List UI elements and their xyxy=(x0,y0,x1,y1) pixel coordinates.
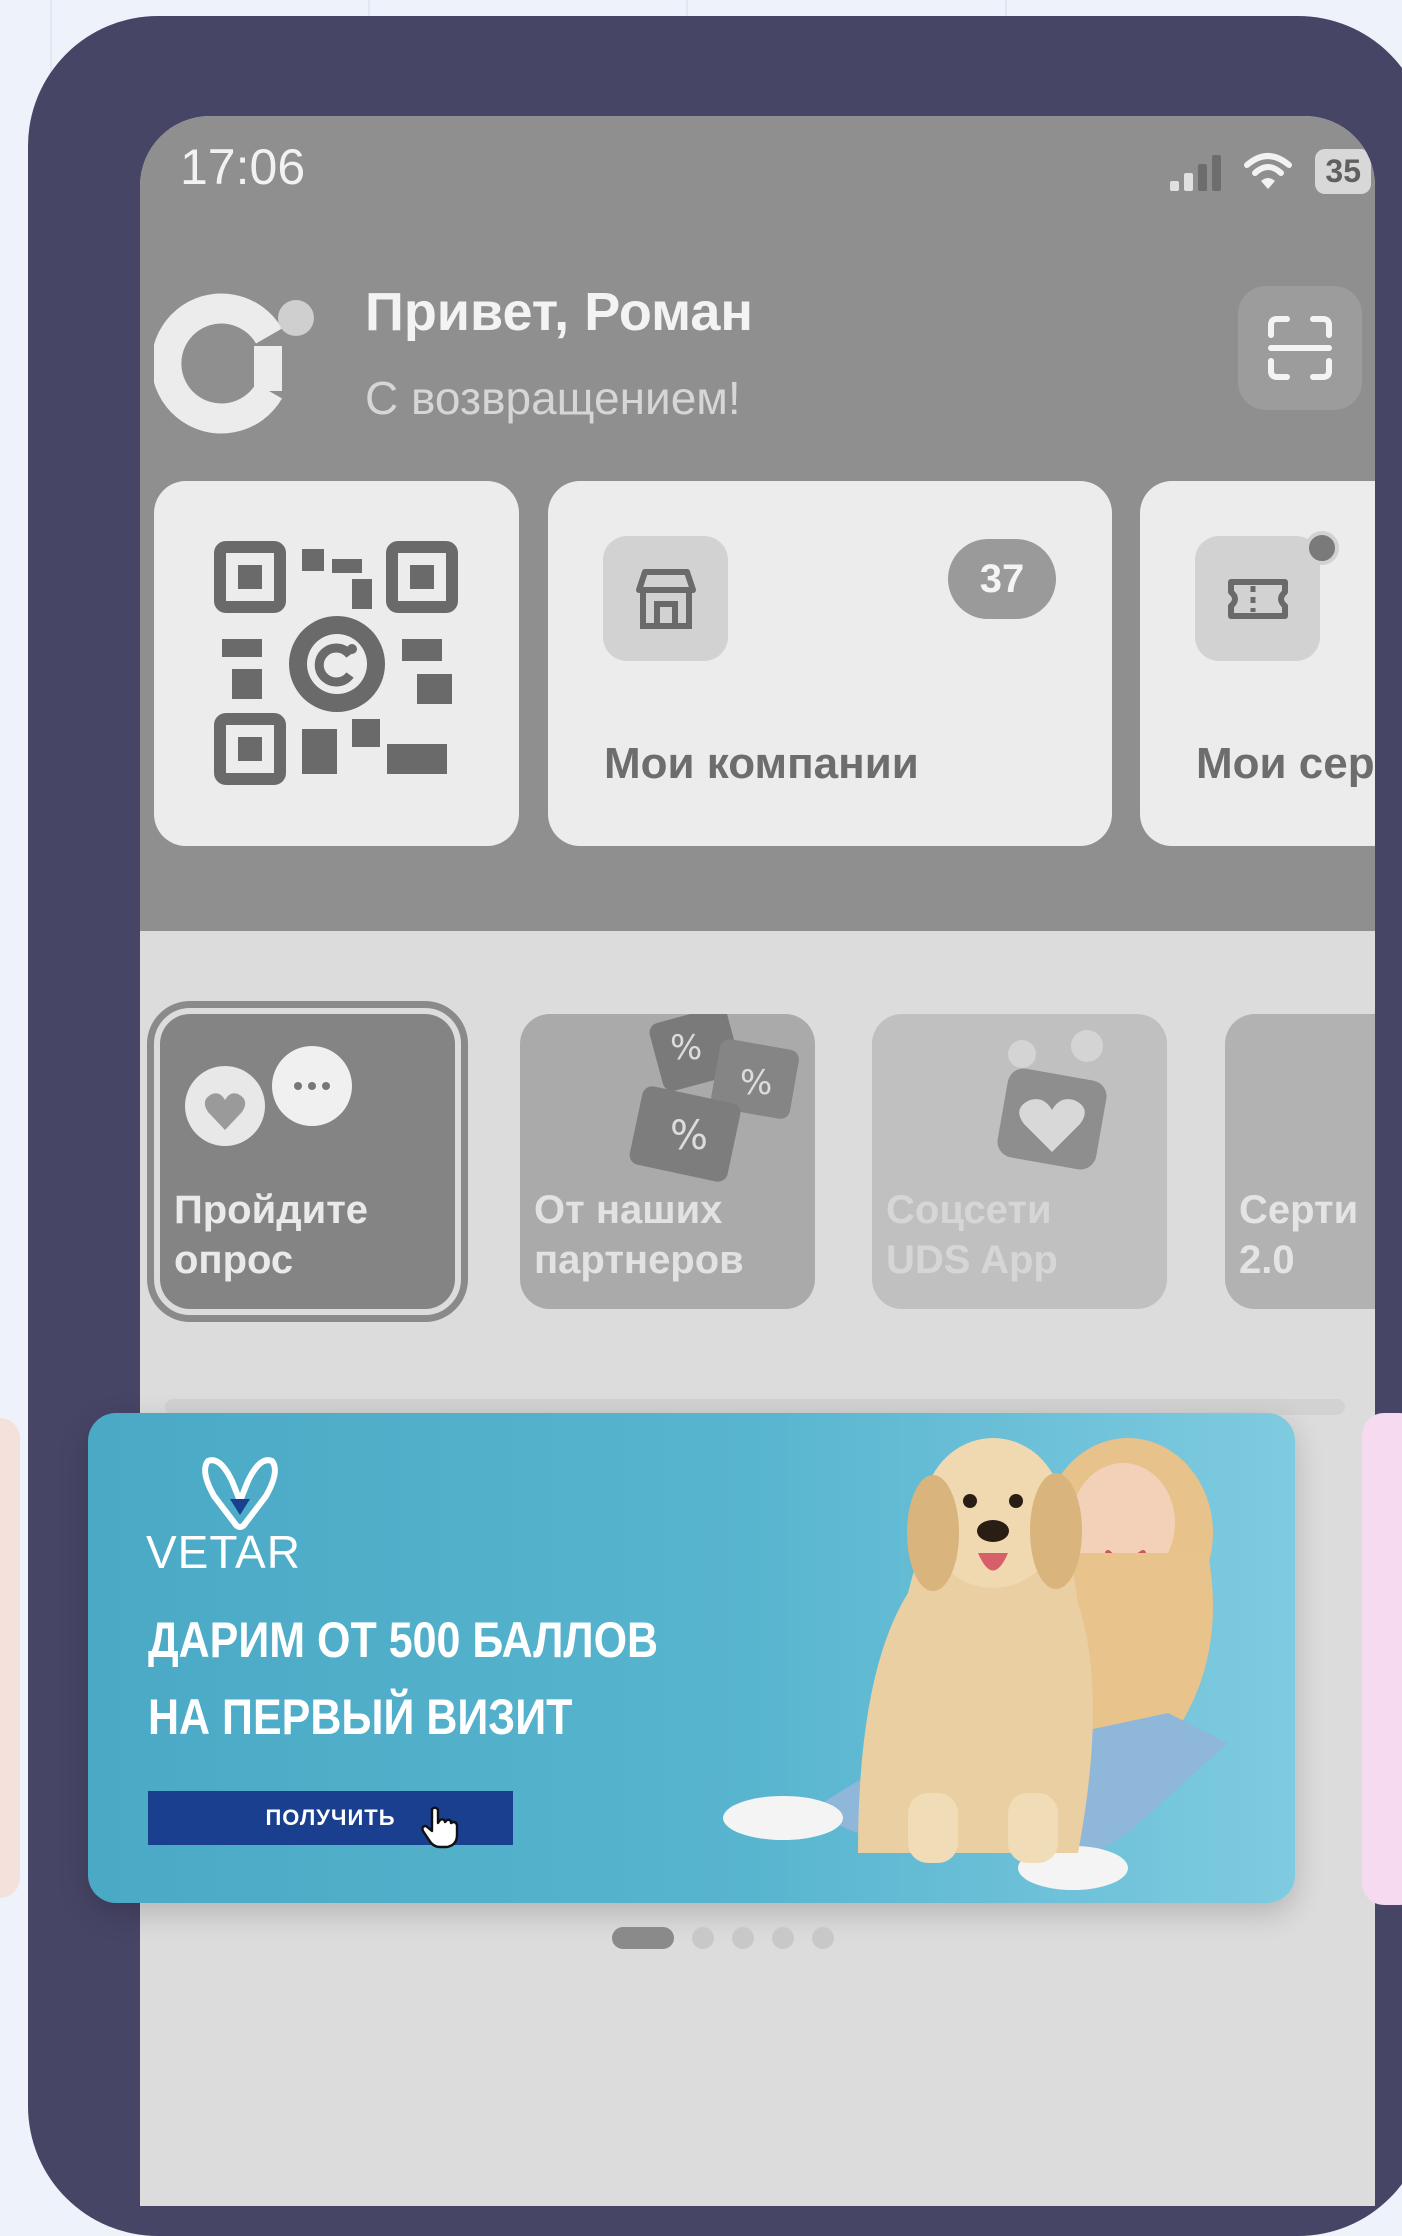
promo-headline-2: НА ПЕРВЫЙ ВИЗИТ xyxy=(148,1689,573,1745)
story-social-label: Соцсети UDS App xyxy=(886,1188,1058,1282)
scan-button[interactable] xyxy=(1238,286,1362,410)
banner-pagination xyxy=(612,1927,834,1949)
signal-icon xyxy=(1170,151,1222,191)
story-certificates-label: Серти 2.0 xyxy=(1239,1188,1359,1282)
vetar-logo-icon xyxy=(202,1457,278,1530)
battery-indicator: 35 xyxy=(1315,148,1371,194)
story-social[interactable]: Соцсети UDS App xyxy=(872,1014,1167,1309)
percent-tags-icon: % % % xyxy=(629,1014,799,1182)
story-certificates[interactable]: Серти 2.0 xyxy=(1225,1014,1375,1309)
my-companies-label: Мои компании xyxy=(604,739,919,788)
story-survey-label: Пройдите опрос xyxy=(174,1188,369,1282)
svg-text:%: % xyxy=(670,1028,702,1068)
story-partners[interactable]: % % % От наших партнеров xyxy=(520,1014,815,1309)
brand-name: VETAR xyxy=(146,1526,301,1578)
pager-dot[interactable] xyxy=(812,1927,834,1949)
phone-frame: 17:06 35 Привет, Роман С возвращением! 3… xyxy=(28,16,1402,2236)
store-icon xyxy=(635,568,696,629)
my-certificates-card[interactable]: Мои сер xyxy=(1140,481,1375,846)
my-companies-card[interactable]: 37 Мои компании xyxy=(548,481,1112,846)
uds-logo xyxy=(154,293,314,434)
chat-heart-icon xyxy=(185,1046,352,1146)
companies-count-badge: 37 xyxy=(948,539,1056,619)
wifi-icon xyxy=(1244,153,1293,189)
ticket-icon xyxy=(1227,578,1288,619)
qr-code-card[interactable] xyxy=(154,481,519,846)
status-icons: 35 xyxy=(1170,146,1371,196)
status-time: 17:06 xyxy=(180,139,306,195)
pager-dot[interactable] xyxy=(732,1927,754,1949)
promo-headline-1: ДАРИМ ОТ 500 БАЛЛОВ xyxy=(148,1612,659,1668)
notification-dot xyxy=(1305,531,1339,565)
qr-code-icon xyxy=(213,540,458,785)
header-area: 17:06 35 Привет, Роман С возвращением! 3… xyxy=(140,116,1375,931)
promo-banner[interactable]: VETAR ДАРИМ ОТ 500 БАЛЛОВ НА ПЕРВЫЙ ВИЗИ… xyxy=(88,1413,1295,1903)
hand-cursor-icon xyxy=(421,1806,459,1849)
scan-icon xyxy=(1268,316,1332,380)
pager-dot-active[interactable] xyxy=(612,1927,674,1949)
svg-text:%: % xyxy=(740,1063,772,1103)
heart-bubble-icon xyxy=(997,1030,1107,1170)
banner-prev-peek[interactable] xyxy=(0,1418,20,1898)
pager-dot[interactable] xyxy=(692,1927,714,1949)
story-survey[interactable]: Пройдите опрос xyxy=(147,1001,468,1322)
pager-dot[interactable] xyxy=(772,1927,794,1949)
story-partners-label: От наших партнеров xyxy=(534,1188,744,1282)
my-certificates-label: Мои сер xyxy=(1196,739,1375,788)
store-icon-tile xyxy=(603,536,728,661)
greeting-subtitle: С возвращением! xyxy=(365,372,741,424)
ticket-icon-tile xyxy=(1195,536,1320,661)
dog-and-woman-image xyxy=(723,1438,1228,1890)
svg-text:%: % xyxy=(670,1113,708,1159)
banner-next-peek[interactable] xyxy=(1362,1413,1402,1905)
greeting-title: Привет, Роман xyxy=(365,282,754,342)
